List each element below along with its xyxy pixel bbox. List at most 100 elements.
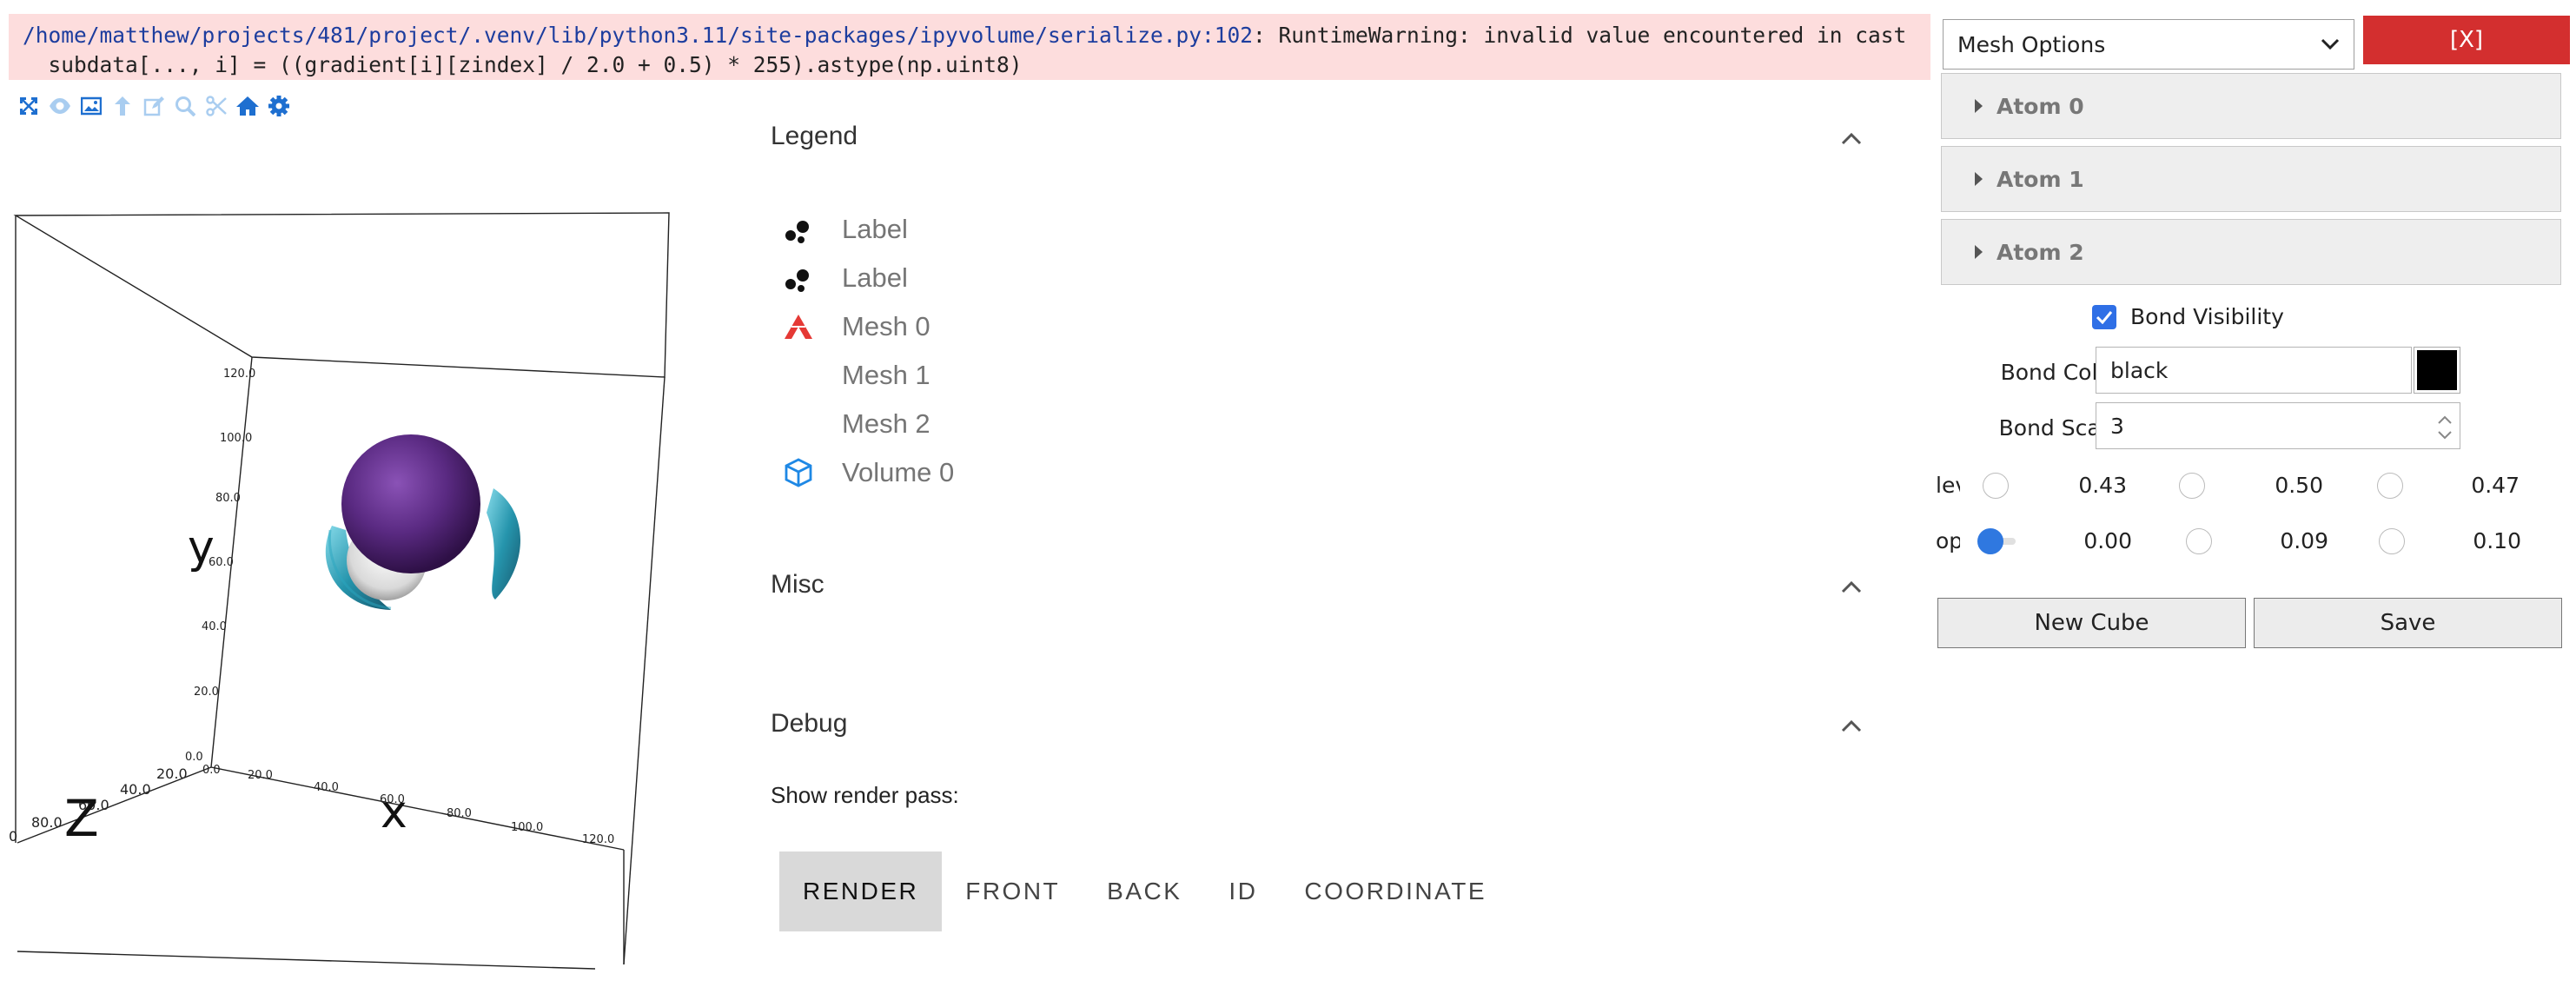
x-tick: 100.0 [511, 821, 543, 834]
bond-scale-label: Bond Scale [1998, 415, 2120, 441]
bond-scale-input[interactable]: 3 [2096, 402, 2460, 449]
volume-plot[interactable]: 120.0 100.0 80.0 60.0 40.0 20.0 0.0 0.0 … [9, 182, 756, 986]
atom-label: Atom 0 [1997, 93, 2084, 119]
fullscreen-icon[interactable] [16, 93, 42, 119]
bond-color-input[interactable]: black [2096, 347, 2412, 394]
chevron-up-icon[interactable] [1838, 712, 1865, 740]
zoom-icon[interactable] [172, 93, 198, 119]
arrow-up-icon[interactable] [109, 93, 136, 119]
mesh-options-panel: Mesh Options [X] Atom 0 Atom 1 Atom 2 Bo… [1936, 14, 2570, 991]
caret-right-icon [1975, 99, 1983, 113]
level-slider-1[interactable] [2179, 473, 2205, 499]
render-pass-back-button[interactable]: BACK [1083, 852, 1205, 931]
molecule-render [325, 434, 520, 610]
legend-section-title: Legend [771, 122, 858, 150]
opacity-value: 0.10 [2473, 528, 2521, 553]
atom-accordion-2[interactable]: Atom 2 [1941, 219, 2561, 285]
checkmark-icon[interactable] [2092, 304, 2116, 329]
y-tick: 0.0 [185, 751, 203, 764]
legend-label: Mesh 2 [842, 408, 930, 439]
atom-label: Atom 1 [1997, 166, 2084, 192]
y-tick: 40.0 [202, 620, 227, 633]
bond-visibility-checkbox[interactable]: Bond Visibility [2092, 304, 2284, 329]
render-pass-render-button[interactable]: RENDER [779, 852, 943, 931]
scissors-icon[interactable] [203, 93, 229, 119]
warning-message: : RuntimeWarning: invalid value encounte… [1253, 23, 1907, 48]
bond-scale-value: 3 [2110, 413, 2124, 439]
opacity-slider-0[interactable] [1977, 528, 2003, 554]
opacity-label: opa [1936, 528, 1960, 553]
z-tick: 40.0 [120, 781, 151, 798]
close-button[interactable]: [X] [2363, 16, 2570, 64]
level-value: 0.47 [2471, 473, 2520, 498]
figure-toolbar [16, 90, 292, 122]
bond-color-swatch[interactable] [2414, 347, 2460, 394]
image-icon[interactable] [78, 93, 104, 119]
render-pass-label: Show render pass: [771, 782, 959, 808]
x-axis-label: x [381, 786, 407, 838]
level-value: 0.50 [2275, 473, 2323, 498]
render-pass-coordinate-button[interactable]: COORDINATE [1281, 852, 1510, 931]
pencil-icon[interactable] [141, 93, 167, 119]
runtime-warning: /home/matthew/projects/481/project/.venv… [9, 14, 1930, 80]
legend-label: Label [842, 214, 908, 244]
warning-code: subdata[..., i] = ((gradient[i][zindex] … [23, 52, 1023, 77]
mesh-options-dropdown[interactable]: Mesh Options [1943, 19, 2354, 70]
atom-accordion-1[interactable]: Atom 1 [1941, 146, 2561, 212]
x-tick: 120.0 [582, 833, 614, 846]
opacity-slider-2[interactable] [2379, 528, 2405, 554]
legend-item[interactable]: Mesh 0 [781, 305, 930, 348]
render-pass-id-button[interactable]: ID [1205, 852, 1281, 931]
atom-accordion-0[interactable]: Atom 0 [1941, 73, 2561, 139]
legend-item[interactable]: Volume 0 [781, 451, 954, 494]
save-button[interactable]: Save [2254, 598, 2562, 648]
legend-label: Volume 0 [842, 457, 955, 487]
chevron-up-icon[interactable] [1838, 573, 1865, 601]
y-tick: 120.0 [223, 368, 255, 381]
new-cube-button[interactable]: New Cube [1937, 598, 2246, 648]
legend-item[interactable]: Label [781, 208, 908, 251]
eye-icon[interactable] [47, 93, 73, 119]
z-tick: 80.0 [31, 814, 63, 831]
opacity-value: 0.00 [2083, 528, 2132, 553]
legend-label: Mesh 1 [842, 360, 930, 390]
y-tick: 80.0 [215, 492, 241, 505]
caret-right-icon [1975, 172, 1983, 186]
warning-path: /home/matthew/projects/481/project/.venv… [23, 23, 1254, 48]
level-label: lev [1936, 473, 1960, 498]
level-slider-0[interactable] [1983, 473, 2009, 499]
dropdown-value: Mesh Options [1957, 31, 2106, 57]
chevron-down-icon [2321, 38, 2340, 50]
y-tick: 20.0 [194, 686, 219, 699]
scatter-icon [781, 261, 816, 295]
render-pass-front-button[interactable]: FRONT [942, 852, 1083, 931]
z-axis-label: z [64, 789, 99, 848]
caret-right-icon [1975, 245, 1983, 259]
z-tick: 0 [9, 828, 17, 845]
bond-color-label: Bond Color [2000, 360, 2120, 385]
legend-label: Mesh 0 [842, 311, 930, 341]
legend-label: Label [842, 262, 908, 293]
opacity-value: 0.09 [2280, 528, 2328, 553]
misc-section-title: Misc [771, 570, 824, 599]
y-axis-label: y [188, 521, 215, 573]
legend-item[interactable]: Mesh 1 [781, 354, 930, 397]
control-panel: Legend Label Label Mesh 0 Mesh 1 Mesh 2 … [771, 104, 1891, 991]
debug-section-title: Debug [771, 709, 848, 738]
level-slider-2[interactable] [2377, 473, 2403, 499]
x-tick: 80.0 [447, 807, 472, 820]
render-pass-toggle: RENDER FRONT BACK ID COORDINATE [779, 852, 1510, 931]
bond-visibility-label: Bond Visibility [2130, 304, 2284, 329]
cube-icon [781, 455, 816, 490]
atom-label: Atom 2 [1997, 239, 2084, 265]
chevron-up-icon[interactable] [1838, 125, 1865, 153]
opacity-slider-1[interactable] [2186, 528, 2212, 554]
spinner-icon[interactable] [2435, 410, 2454, 445]
home-icon[interactable] [235, 93, 261, 119]
x-tick: 20.0 [248, 769, 273, 782]
x-tick: 40.0 [314, 781, 339, 794]
gear-icon[interactable] [266, 93, 292, 119]
legend-item[interactable]: Mesh 2 [781, 402, 930, 446]
legend-item[interactable]: Label [781, 256, 908, 300]
x-tick: 0.0 [202, 764, 221, 777]
